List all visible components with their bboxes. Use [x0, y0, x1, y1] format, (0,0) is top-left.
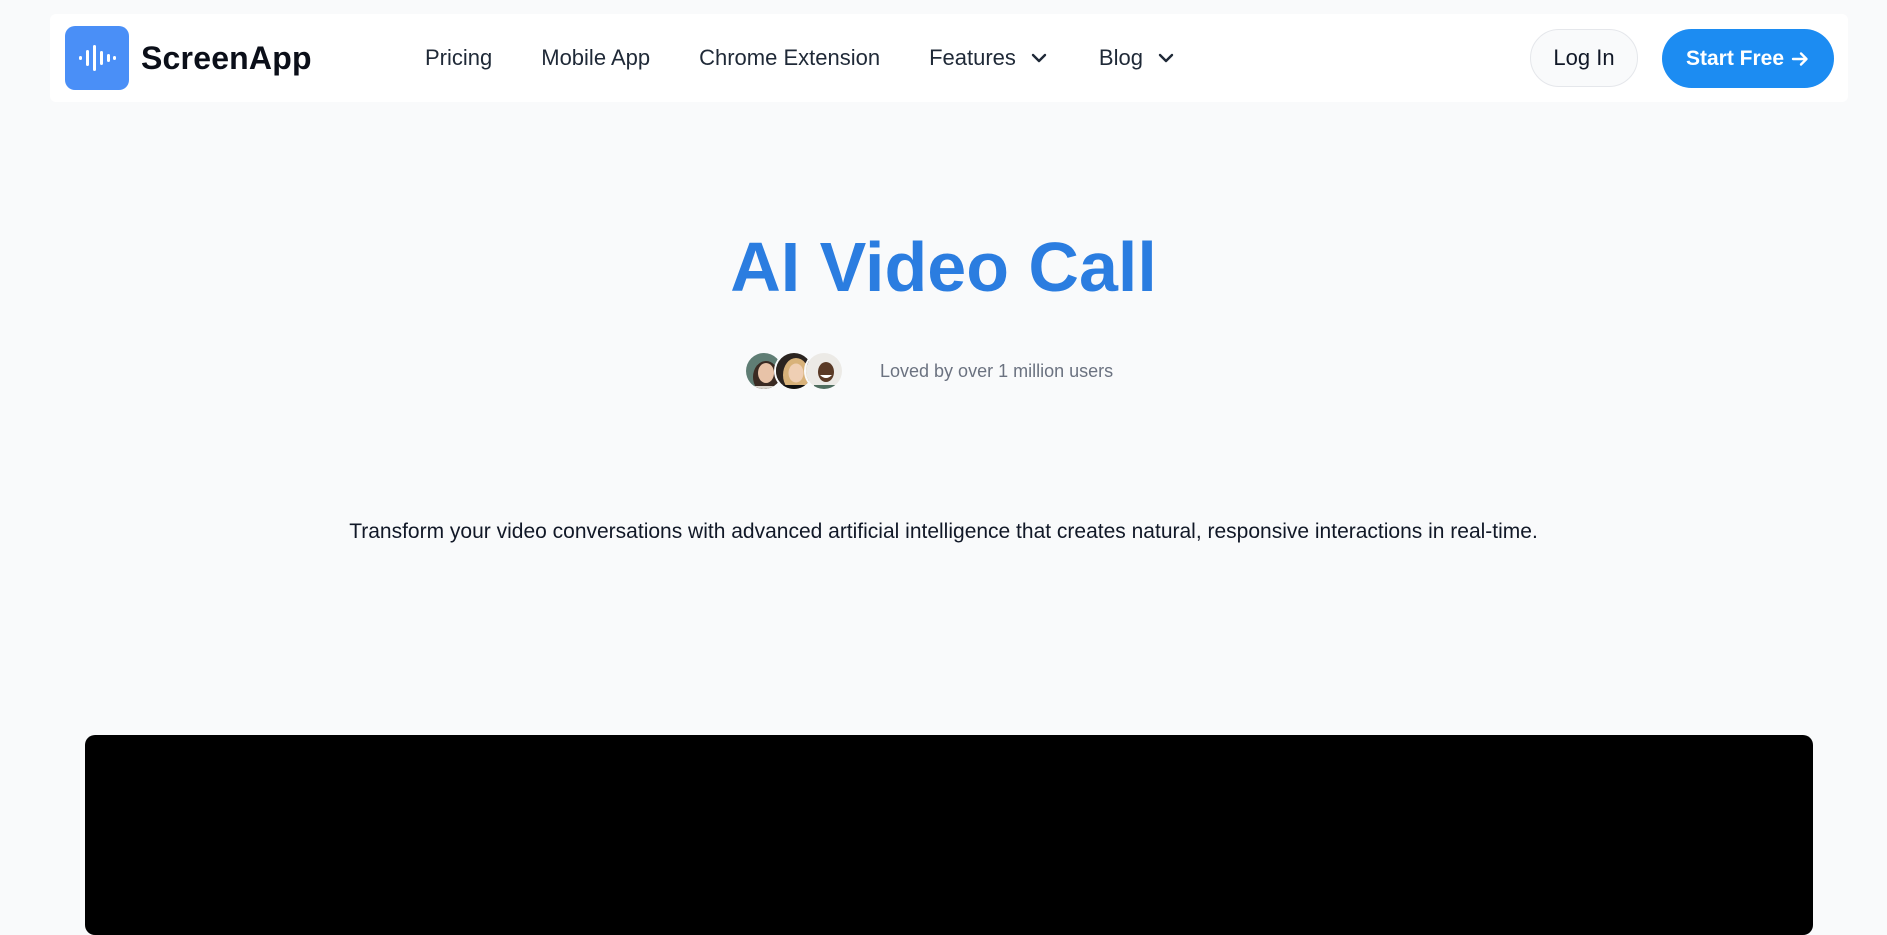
main-nav: Pricing Mobile App Chrome Extension Feat…: [425, 14, 1177, 102]
start-free-button[interactable]: Start Free: [1662, 29, 1834, 88]
waveform-icon: [65, 26, 129, 90]
nav-link-label: Features: [929, 45, 1016, 70]
page-title: AI Video Call: [730, 228, 1157, 306]
nav-link-label: Mobile App: [541, 45, 651, 70]
nav-link-chrome-extension[interactable]: Chrome Extension: [699, 45, 880, 71]
nav-link-mobile-app[interactable]: Mobile App: [541, 45, 650, 71]
nav-link-label: Pricing: [425, 45, 493, 70]
user-avatar-group: [744, 351, 844, 391]
top-navbar: ScreenApp Pricing Mobile App Chrome Exte…: [50, 14, 1848, 102]
nav-link-pricing[interactable]: Pricing: [425, 45, 492, 71]
social-proof: Loved by over 1 million users: [744, 350, 1113, 392]
nav-link-blog[interactable]: Blog: [1099, 45, 1177, 71]
start-free-label: Start Free: [1685, 46, 1785, 70]
brand-logo-link[interactable]: ScreenApp: [65, 26, 312, 90]
nav-link-label: Chrome Extension: [699, 45, 881, 70]
chevron-down-icon: [1031, 53, 1047, 63]
chevron-down-icon: [1158, 53, 1174, 63]
video-player[interactable]: [85, 735, 1813, 935]
social-proof-text: Loved by over 1 million users: [880, 360, 1114, 381]
login-button[interactable]: Log In: [1530, 29, 1638, 87]
hero-description: Transform your video conversations with …: [349, 520, 1538, 543]
arrow-right-icon: [1791, 51, 1808, 66]
avatar: [804, 351, 844, 391]
brand-name: ScreenApp: [141, 39, 312, 76]
nav-link-label: Blog: [1098, 45, 1143, 70]
nav-link-features[interactable]: Features: [929, 45, 1050, 71]
